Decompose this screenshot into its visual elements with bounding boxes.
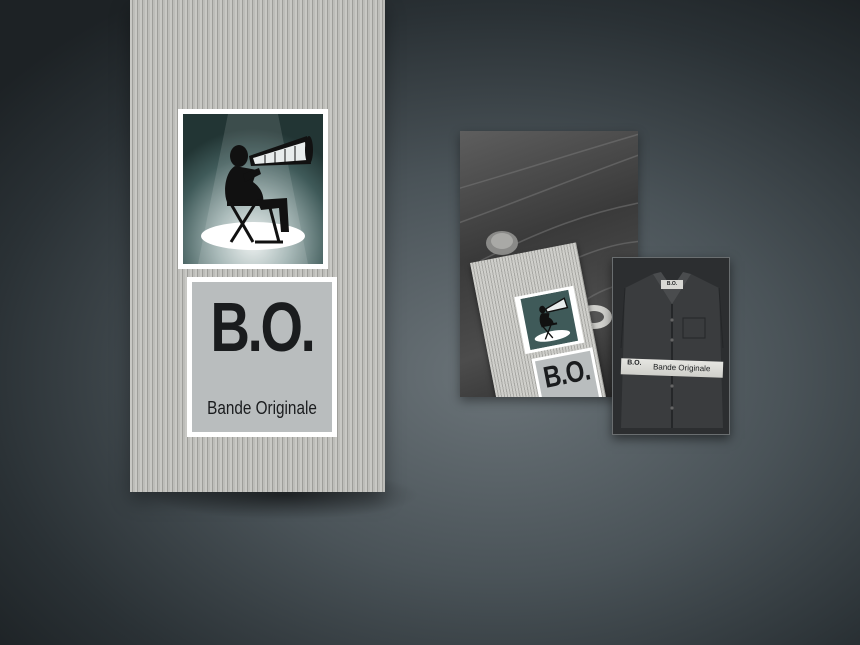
logo-panel: B.O. Bande Originale	[187, 277, 337, 437]
director-with-megaphone-icon	[520, 289, 579, 351]
photo-logo-panel: B.O.	[531, 347, 604, 397]
band-logo: B.O.	[627, 359, 642, 367]
logo-panel-background: B.O. Bande Originale	[192, 282, 332, 432]
director-with-megaphone-icon	[183, 114, 323, 264]
photo-logo-background: B.O.	[534, 350, 601, 397]
photo-brand-logo: B.O.	[540, 353, 593, 395]
band-brand-name: Bande Originale	[652, 362, 711, 374]
mascot-panel	[178, 109, 328, 269]
hang-tag: B.O. Bande Originale	[130, 0, 385, 492]
collar-label: B.O.	[661, 280, 683, 289]
photo-mascot-panel	[514, 285, 585, 355]
brand-name: Bande Originale	[207, 398, 317, 418]
shirt-package: B.O. B.O. Bande Originale	[612, 257, 730, 435]
brand-logo: B.O.	[210, 288, 316, 366]
presentation-stage: B.O. Bande Originale B.O. B.O. B.O. Band…	[0, 0, 860, 645]
